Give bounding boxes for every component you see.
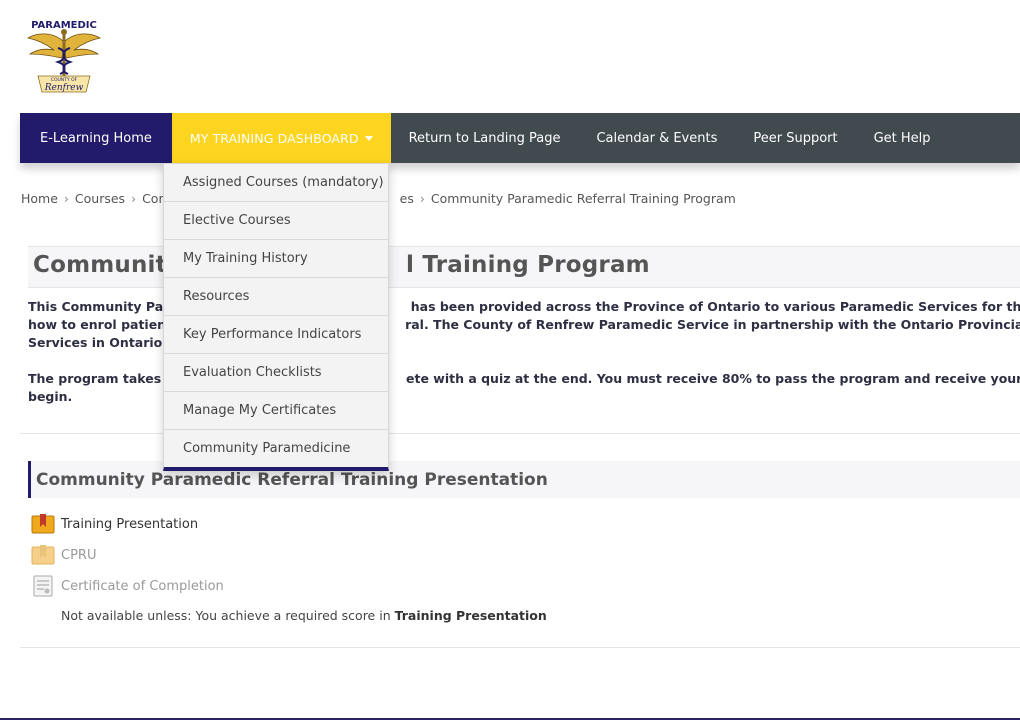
section-title: Community Paramedic Referral Training Pr… [36, 470, 548, 490]
nav-peer-support[interactable]: Peer Support [735, 113, 855, 163]
nav-my-training-dashboard-label: MY TRAINING DASHBOARD [189, 130, 359, 146]
desc-line4-a: The program takes a [28, 371, 174, 386]
activity-training-presentation[interactable]: Training Presentation [31, 513, 198, 535]
desc-line2-b: ral. The County of Renfrew Paramedic Ser… [405, 317, 1020, 332]
dropdown-item-training-history[interactable]: My Training History [164, 239, 388, 277]
nav-calendar-events[interactable]: Calendar & Events [578, 113, 735, 163]
chevron-right-icon: › [131, 191, 137, 206]
activity-certificate: Certificate of Completion [31, 575, 224, 597]
activity-label: Training Presentation [61, 516, 199, 532]
footer-line [0, 718, 1020, 720]
dropdown-item-manage-certificates[interactable]: Manage My Certificates [164, 391, 388, 429]
training-dashboard-dropdown: Assigned Courses (mandatory) Elective Co… [163, 163, 389, 471]
nav-return-landing-page-label: Return to Landing Page [408, 130, 561, 146]
breadcrumb-current: Community Paramedic Referral Training Pr… [430, 191, 736, 206]
availability-restriction: Not available unless: You achieve a requ… [61, 608, 547, 623]
activity-cpru[interactable]: CPRU [31, 544, 96, 566]
breadcrumb-home[interactable]: Home [21, 191, 58, 206]
nav-elearning-home[interactable]: E-Learning Home [20, 113, 172, 163]
book-icon [31, 545, 55, 565]
page-title-left: Community [33, 252, 183, 278]
nav-my-training-dashboard[interactable]: MY TRAINING DASHBOARD [171, 113, 391, 163]
divider [20, 647, 1020, 648]
desc-line1-b: has been provided across the Province of… [410, 299, 1020, 314]
nav-get-help-label: Get Help [873, 130, 931, 146]
dropdown-item-kpi[interactable]: Key Performance Indicators [164, 315, 388, 353]
restriction-target: Training Presentation [394, 608, 547, 623]
breadcrumb-courses[interactable]: Courses [75, 191, 125, 206]
dropdown-item-resources[interactable]: Resources [164, 277, 388, 315]
activity-label: Certificate of Completion [61, 578, 224, 594]
breadcrumb-category-tail[interactable]: es [400, 191, 414, 206]
chevron-right-icon: › [63, 191, 69, 206]
chevron-right-icon: › [419, 191, 425, 206]
desc-line3: Services in Ontario. [28, 335, 168, 350]
paramedic-caduceus-logo-icon: PARAMEDIC COUNTY OF Renfrew [26, 20, 102, 93]
certificate-icon [33, 575, 53, 597]
main-navigation: E-Learning Home MY TRAINING DASHBOARD Re… [20, 113, 1020, 163]
desc-line2-a: how to enrol patient [28, 317, 173, 332]
nav-elearning-home-label: E-Learning Home [40, 130, 152, 146]
dropdown-item-elective-courses[interactable]: Elective Courses [164, 201, 388, 239]
dropdown-item-evaluation-checklists[interactable]: Evaluation Checklists [164, 353, 388, 391]
nav-calendar-events-label: Calendar & Events [596, 130, 718, 146]
page-title-right: l Training Program [406, 252, 650, 278]
caret-down-icon [364, 135, 373, 141]
desc-line4-b: ete with a quiz at the end. You must rec… [405, 371, 1020, 386]
nav-peer-support-label: Peer Support [753, 130, 838, 146]
svg-text:Renfrew: Renfrew [44, 83, 84, 93]
desc-line1-a: This Community Para [28, 299, 178, 314]
nav-return-landing-page[interactable]: Return to Landing Page [391, 113, 579, 163]
site-logo[interactable]: PARAMEDIC COUNTY OF Renfrew [24, 14, 104, 94]
dropdown-item-community-paramedicine[interactable]: Community Paramedicine [164, 429, 388, 467]
book-icon [31, 514, 55, 534]
restriction-text: Not available unless: You achieve a requ… [61, 608, 395, 623]
activity-label: CPRU [61, 547, 97, 563]
dropdown-item-assigned-courses[interactable]: Assigned Courses (mandatory) [164, 164, 388, 201]
nav-get-help[interactable]: Get Help [856, 113, 949, 163]
desc-line5: begin. [28, 389, 73, 404]
